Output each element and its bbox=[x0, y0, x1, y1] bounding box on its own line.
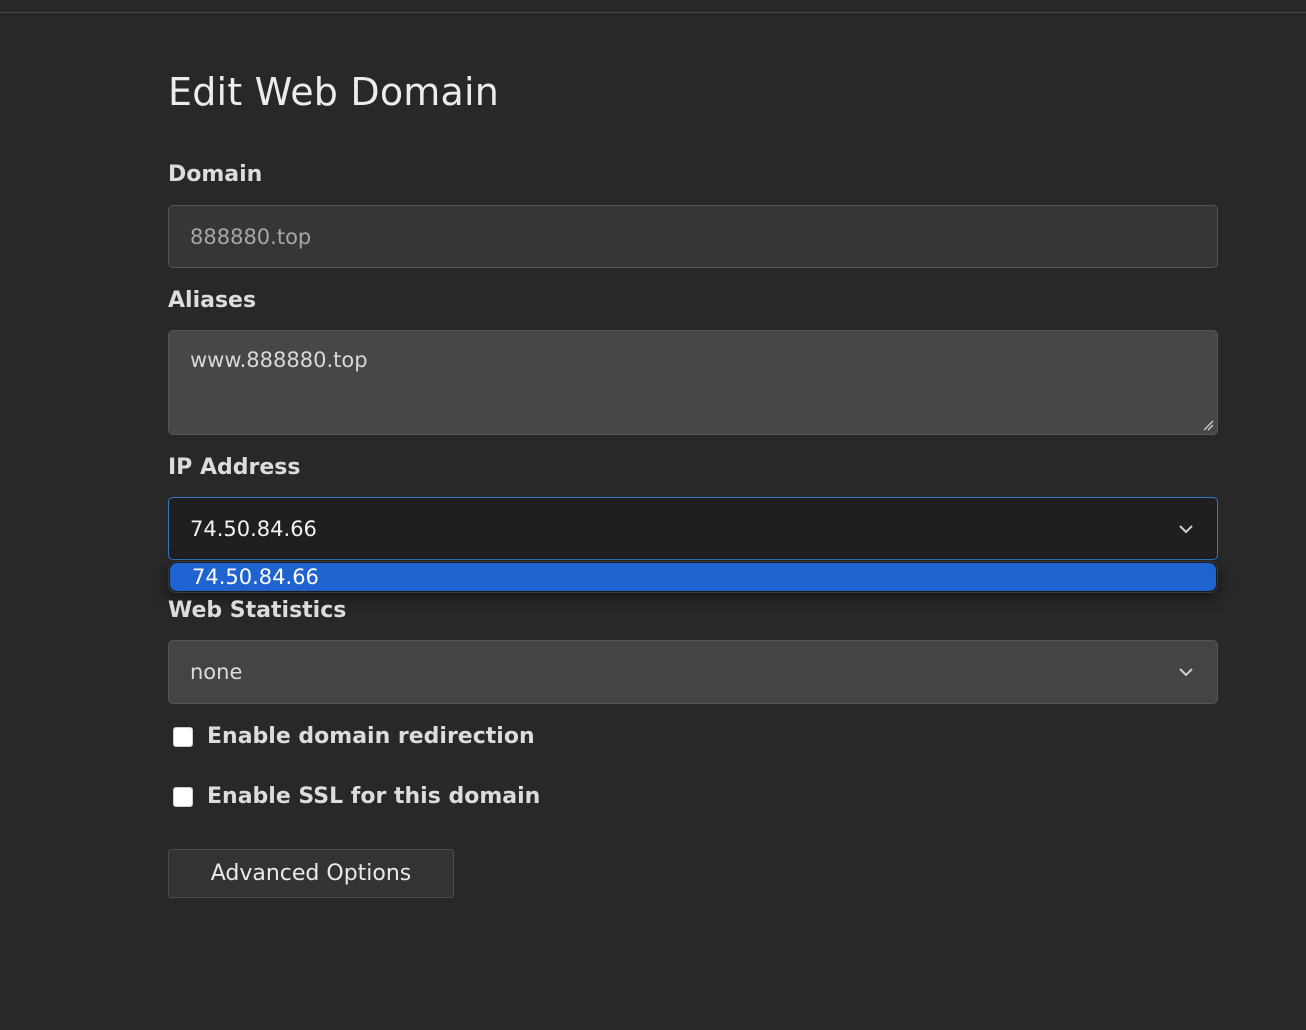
aliases-label: Aliases bbox=[168, 288, 257, 313]
ssl-label[interactable]: Enable SSL for this domain bbox=[207, 784, 540, 809]
aliases-textarea[interactable]: www.888880.top bbox=[168, 330, 1218, 435]
domain-label: Domain bbox=[168, 162, 263, 187]
resize-handle-icon[interactable] bbox=[1202, 419, 1214, 431]
ip-address-select[interactable]: 74.50.84.66 bbox=[168, 497, 1218, 560]
domain-redirection-row: Enable domain redirection bbox=[173, 724, 535, 749]
domain-input[interactable]: 888880.top bbox=[168, 205, 1218, 268]
ip-address-selected-value: 74.50.84.66 bbox=[190, 516, 317, 541]
top-divider bbox=[0, 12, 1306, 13]
chevron-down-icon bbox=[1179, 668, 1193, 677]
domain-value: 888880.top bbox=[190, 224, 312, 249]
ip-address-label: IP Address bbox=[168, 455, 301, 480]
domain-redirection-label[interactable]: Enable domain redirection bbox=[207, 724, 535, 749]
web-statistics-select[interactable]: none bbox=[168, 640, 1218, 704]
web-statistics-label: Web Statistics bbox=[168, 598, 347, 623]
advanced-options-button[interactable]: Advanced Options bbox=[168, 849, 454, 898]
chevron-down-icon bbox=[1179, 524, 1193, 533]
ip-address-dropdown-list: 74.50.84.66 bbox=[168, 561, 1218, 593]
domain-redirection-checkbox[interactable] bbox=[173, 726, 193, 747]
aliases-value: www.888880.top bbox=[190, 348, 368, 372]
ssl-row: Enable SSL for this domain bbox=[173, 784, 540, 809]
web-statistics-selected-value: none bbox=[190, 660, 243, 684]
page-title: Edit Web Domain bbox=[168, 70, 500, 114]
ssl-checkbox[interactable] bbox=[173, 786, 193, 807]
ip-address-option[interactable]: 74.50.84.66 bbox=[170, 563, 1216, 591]
